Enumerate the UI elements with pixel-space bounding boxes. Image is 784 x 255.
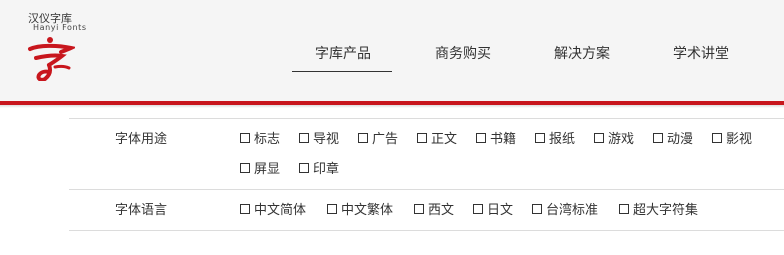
hanyi-logo[interactable]: 汉仪字库 Hanyi Fonts — [27, 10, 97, 84]
option-label: 报纸 — [549, 132, 576, 147]
usage-option-body-text[interactable]: 正文 — [417, 128, 457, 147]
checkbox[interactable] — [653, 132, 663, 143]
usage-option-advertising[interactable]: 广告 — [358, 128, 398, 147]
checkbox[interactable] — [358, 132, 368, 143]
filter-label-language: 字体语言 — [115, 203, 168, 218]
option-label: 西文 — [428, 203, 455, 218]
checkbox[interactable] — [417, 132, 427, 143]
checkbox[interactable] — [532, 203, 542, 214]
option-label: 印章 — [313, 162, 340, 177]
checkbox[interactable] — [712, 132, 722, 143]
nav-item-solutions[interactable]: 解决方案 — [554, 43, 610, 63]
option-label: 中文繁体 — [341, 203, 394, 218]
option-label: 动漫 — [667, 132, 694, 147]
option-label: 台湾标准 — [546, 203, 599, 218]
checkbox[interactable] — [240, 162, 250, 173]
language-option-japanese[interactable]: 日文 — [473, 199, 513, 218]
checkbox[interactable] — [299, 162, 309, 173]
option-label: 屏显 — [254, 162, 281, 177]
option-label: 导视 — [313, 132, 340, 147]
logo-mark-icon — [28, 37, 75, 81]
checkbox[interactable] — [594, 132, 604, 143]
usage-option-wayfinding[interactable]: 导视 — [299, 128, 339, 147]
site-header: 汉仪字库 Hanyi Fonts 字库产品 商务购买 解决方案 学术讲堂 — [0, 0, 784, 101]
language-option-western[interactable]: 西文 — [414, 199, 454, 218]
option-label: 游戏 — [608, 132, 635, 147]
usage-option-logo[interactable]: 标志 — [240, 128, 280, 147]
option-label: 超大字符集 — [633, 203, 699, 218]
filter-top-rule — [69, 118, 784, 119]
nav-active-indicator — [292, 71, 392, 72]
option-label: 标志 — [254, 132, 281, 147]
usage-option-film[interactable]: 影视 — [712, 128, 752, 147]
filter-bottom-rule — [69, 230, 784, 231]
usage-option-seal[interactable]: 印章 — [299, 158, 339, 177]
option-label: 日文 — [487, 203, 514, 218]
checkbox[interactable] — [476, 132, 486, 143]
usage-option-newspapers[interactable]: 报纸 — [535, 128, 575, 147]
language-option-extended-charset[interactable]: 超大字符集 — [619, 199, 698, 218]
filter-label-usage: 字体用途 — [115, 132, 168, 147]
option-label: 广告 — [372, 132, 399, 147]
checkbox[interactable] — [535, 132, 545, 143]
option-label: 影视 — [726, 132, 753, 147]
option-label: 书籍 — [490, 132, 517, 147]
usage-option-books[interactable]: 书籍 — [476, 128, 516, 147]
checkbox[interactable] — [240, 132, 250, 143]
language-option-taiwan-standard[interactable]: 台湾标准 — [532, 199, 598, 218]
nav-item-font-products[interactable]: 字库产品 — [315, 43, 371, 63]
nav-item-business-purchase[interactable]: 商务购买 — [435, 43, 491, 63]
filter-middle-rule — [69, 189, 784, 190]
usage-option-screen-display[interactable]: 屏显 — [240, 158, 280, 177]
logo-name-en: Hanyi Fonts — [33, 23, 87, 32]
nav-item-academic-lectures[interactable]: 学术讲堂 — [673, 43, 729, 63]
header-shadow — [0, 105, 784, 108]
usage-option-games[interactable]: 游戏 — [594, 128, 634, 147]
checkbox[interactable] — [473, 203, 483, 214]
usage-option-animation[interactable]: 动漫 — [653, 128, 693, 147]
language-option-traditional-chinese[interactable]: 中文繁体 — [327, 199, 393, 218]
language-option-simplified-chinese[interactable]: 中文简体 — [240, 199, 306, 218]
checkbox[interactable] — [299, 132, 309, 143]
checkbox[interactable] — [619, 203, 629, 214]
checkbox[interactable] — [327, 203, 337, 214]
option-label: 正文 — [431, 132, 458, 147]
option-label: 中文简体 — [254, 203, 307, 218]
checkbox[interactable] — [414, 203, 424, 214]
checkbox[interactable] — [240, 203, 250, 214]
